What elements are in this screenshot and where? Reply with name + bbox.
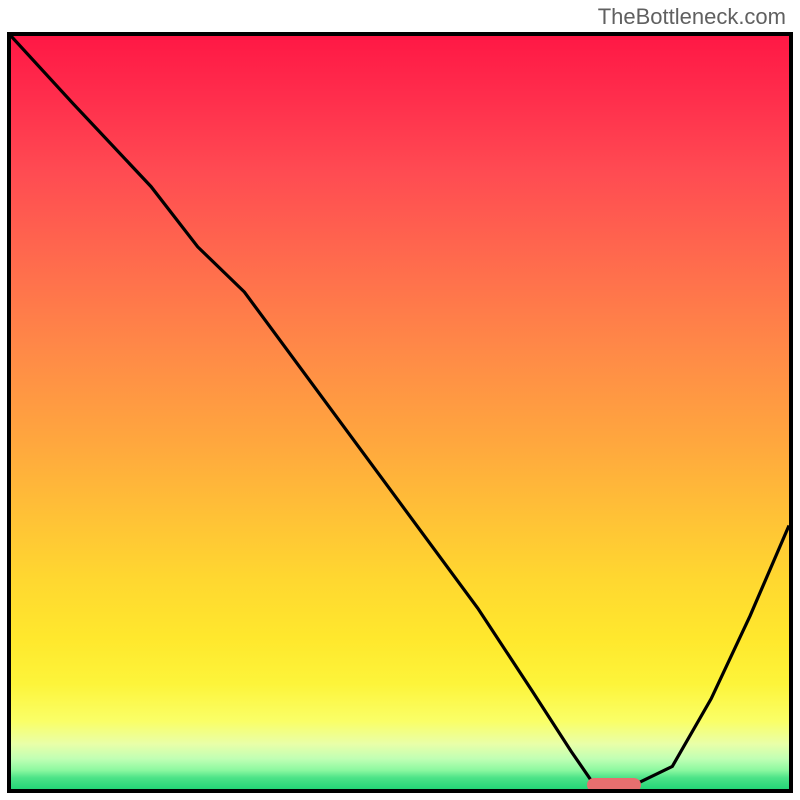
watermark-text: TheBottleneck.com (598, 4, 786, 30)
chart-frame (7, 32, 793, 793)
curve-svg (11, 36, 789, 789)
bottleneck-curve-path (11, 36, 789, 785)
optimal-marker (587, 778, 641, 792)
